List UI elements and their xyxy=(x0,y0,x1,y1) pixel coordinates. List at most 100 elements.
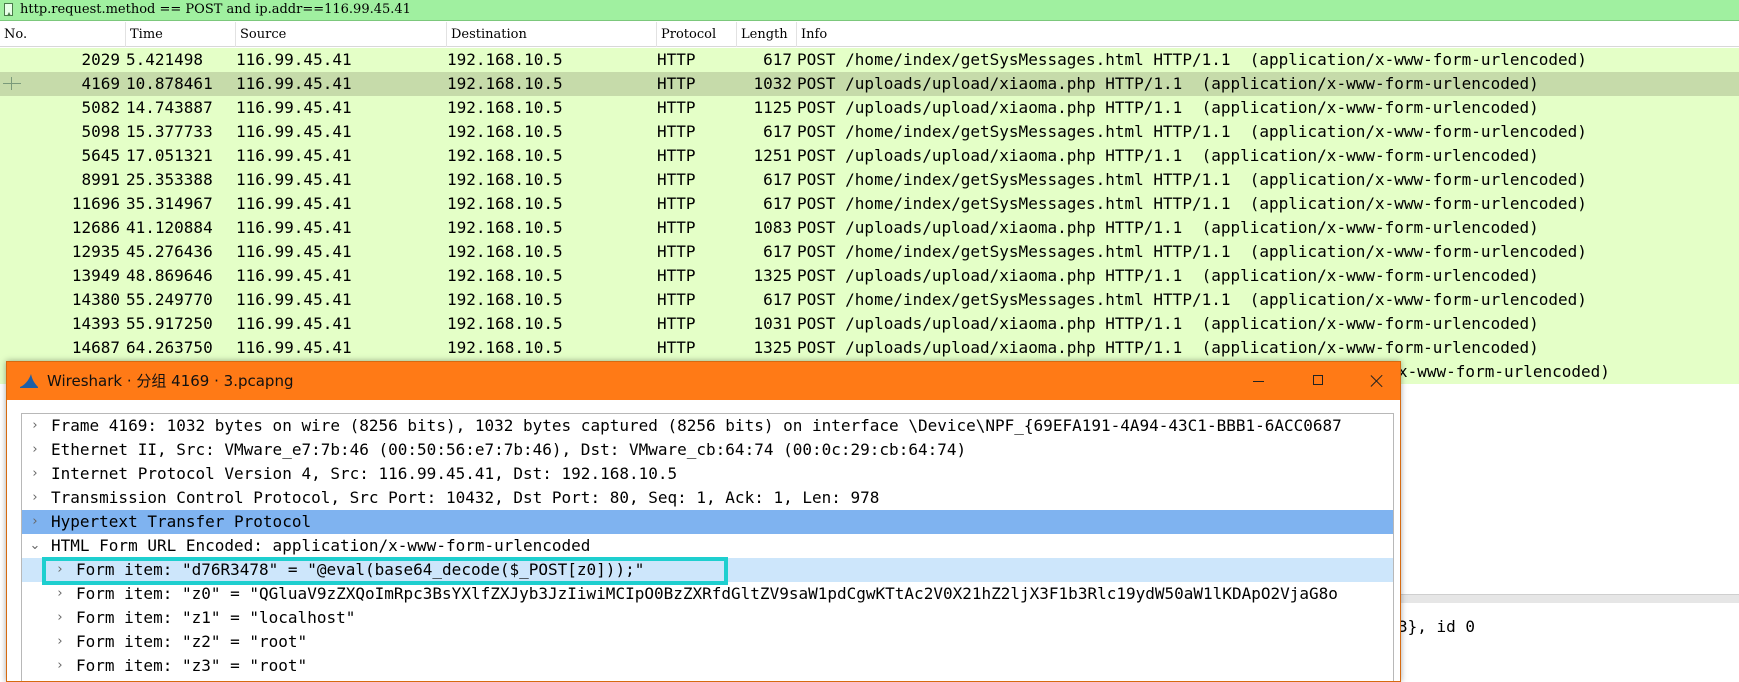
packet-protocol: HTTP xyxy=(657,122,696,141)
packet-list: 2029 5.421498 116.99.45.41 192.168.10.5 … xyxy=(0,48,1739,384)
packet-protocol: HTTP xyxy=(657,50,696,69)
packet-no: 2029 xyxy=(81,50,120,69)
close-button[interactable] xyxy=(1348,362,1400,400)
chevron-right-icon[interactable]: › xyxy=(28,510,42,534)
packet-info: POST /home/index/getSysMessages.html HTT… xyxy=(797,50,1587,69)
packet-protocol: HTTP xyxy=(657,290,696,309)
packet-no: 5082 xyxy=(81,98,120,117)
packet-info: POST /uploads/upload/xiaoma.php HTTP/1.1… xyxy=(797,98,1539,117)
packet-info: POST /home/index/getSysMessages.html HTT… xyxy=(797,122,1587,141)
packet-no: 11696 xyxy=(71,194,120,213)
packet-info: POST /uploads/upload/xiaoma.php HTTP/1.1… xyxy=(797,314,1539,333)
tree-item-form-item-z3[interactable]: › Form item: "z3" = "root" xyxy=(22,654,1393,678)
packet-source: 116.99.45.41 xyxy=(236,170,352,189)
packet-destination: 192.168.10.5 xyxy=(447,338,563,357)
packet-protocol: HTTP xyxy=(657,338,696,357)
packet-row-selected[interactable]: 4169 10.878461 116.99.45.41 192.168.10.5… xyxy=(0,72,1739,96)
column-header-destination[interactable]: Destination xyxy=(447,22,657,47)
chevron-down-icon[interactable]: ⌄ xyxy=(28,534,42,558)
chevron-right-icon[interactable]: › xyxy=(53,582,67,606)
minimize-button[interactable] xyxy=(1229,362,1287,400)
packet-time: 55.917250 xyxy=(126,314,213,333)
packet-row[interactable]: 12686 41.120884 116.99.45.41 192.168.10.… xyxy=(0,216,1739,240)
packet-row[interactable]: 5645 17.051321 116.99.45.41 192.168.10.5… xyxy=(0,144,1739,168)
packet-info: POST /home/index/getSysMessages.html HTT… xyxy=(797,194,1587,213)
maximize-button[interactable] xyxy=(1289,362,1347,400)
packet-info: POST /uploads/upload/xiaoma.php HTTP/1.1… xyxy=(797,266,1539,285)
tree-item-html-form[interactable]: ⌄ HTML Form URL Encoded: application/x-w… xyxy=(22,534,1393,558)
window-title: Wireshark · 分组 4169 · 3.pcapng xyxy=(47,372,294,390)
packet-row[interactable]: 14393 55.917250 116.99.45.41 192.168.10.… xyxy=(0,312,1739,336)
packet-no: 5645 xyxy=(81,146,120,165)
chevron-right-icon[interactable]: › xyxy=(28,438,42,462)
bookmark-icon[interactable] xyxy=(4,3,13,16)
packet-source: 116.99.45.41 xyxy=(236,74,352,93)
packet-time: 5.421498 xyxy=(126,50,204,69)
chevron-right-icon[interactable]: › xyxy=(53,558,67,582)
packet-time: 35.314967 xyxy=(126,194,213,213)
packet-destination: 192.168.10.5 xyxy=(447,122,563,141)
packet-source: 116.99.45.41 xyxy=(236,218,352,237)
display-filter-input[interactable]: http.request.method == POST and ip.addr=… xyxy=(20,2,411,18)
tree-item-label: Form item: "d76R3478" = "@eval(base64_de… xyxy=(76,560,645,579)
packet-row[interactable]: 14687 64.263750 116.99.45.41 192.168.10.… xyxy=(0,336,1739,360)
tree-item-frame[interactable]: › Frame 4169: 1032 bytes on wire (8256 b… xyxy=(22,414,1393,438)
packet-row[interactable]: 11696 35.314967 116.99.45.41 192.168.10.… xyxy=(0,192,1739,216)
window-titlebar[interactable]: Wireshark · 分组 4169 · 3.pcapng xyxy=(7,362,1400,400)
packet-source: 116.99.45.41 xyxy=(236,242,352,261)
packet-no: 13949 xyxy=(71,266,120,285)
column-header-no[interactable]: No. xyxy=(0,22,126,47)
tree-item-ethernet[interactable]: › Ethernet II, Src: VMware_e7:7b:46 (00:… xyxy=(22,438,1393,462)
packet-info: POST /home/index/getSysMessages.html HTT… xyxy=(797,242,1587,261)
packet-protocol: HTTP xyxy=(657,146,696,165)
packet-row[interactable]: 12935 45.276436 116.99.45.41 192.168.10.… xyxy=(0,240,1739,264)
packet-destination: 192.168.10.5 xyxy=(447,242,563,261)
chevron-right-icon[interactable]: › xyxy=(28,414,42,438)
display-filter-bar[interactable]: http.request.method == POST and ip.addr=… xyxy=(0,0,1739,21)
background-detail-fragment: 3}, id 0 xyxy=(1398,617,1476,636)
packet-row[interactable]: 2029 5.421498 116.99.45.41 192.168.10.5 … xyxy=(0,48,1739,72)
packet-length: 1125 xyxy=(753,98,792,117)
tree-item-form-item-z0[interactable]: › Form item: "z0" = "QGluaV9zZXQoImRpc3B… xyxy=(22,582,1393,606)
tree-item-form-item-d76r3478[interactable]: › Form item: "d76R3478" = "@eval(base64_… xyxy=(22,558,1393,582)
packet-list-header: No. Time Source Destination Protocol Len… xyxy=(0,22,1739,47)
tree-item-ipv4[interactable]: › Internet Protocol Version 4, Src: 116.… xyxy=(22,462,1393,486)
tree-item-form-item-z2[interactable]: › Form item: "z2" = "root" xyxy=(22,630,1393,654)
packet-protocol: HTTP xyxy=(657,170,696,189)
tree-item-form-item-z1[interactable]: › Form item: "z1" = "localhost" xyxy=(22,606,1393,630)
column-header-length[interactable]: Length xyxy=(737,22,797,47)
tree-item-label: Form item: "z2" = "root" xyxy=(76,632,308,651)
packet-no: 12686 xyxy=(71,218,120,237)
packet-row[interactable]: 5098 15.377733 116.99.45.41 192.168.10.5… xyxy=(0,120,1739,144)
chevron-right-icon[interactable]: › xyxy=(53,654,67,678)
chevron-right-icon[interactable]: › xyxy=(28,486,42,510)
column-header-source[interactable]: Source xyxy=(236,22,447,47)
pane-splitter[interactable] xyxy=(1395,594,1739,603)
packet-length: 1325 xyxy=(753,266,792,285)
packet-destination: 192.168.10.5 xyxy=(447,146,563,165)
tree-item-http-selected[interactable]: › Hypertext Transfer Protocol xyxy=(22,510,1393,534)
packet-row[interactable]: 14380 55.249770 116.99.45.41 192.168.10.… xyxy=(0,288,1739,312)
packet-time: 10.878461 xyxy=(126,74,213,93)
column-header-protocol[interactable]: Protocol xyxy=(657,22,737,47)
tree-item-label: Form item: "z3" = "root" xyxy=(76,656,308,675)
maximize-icon xyxy=(1313,375,1323,385)
chevron-right-icon[interactable]: › xyxy=(53,630,67,654)
packet-row[interactable]: 13949 48.869646 116.99.45.41 192.168.10.… xyxy=(0,264,1739,288)
packet-info: POST /uploads/upload/xiaoma.php HTTP/1.1… xyxy=(797,146,1539,165)
chevron-right-icon[interactable]: › xyxy=(28,462,42,486)
packet-destination: 192.168.10.5 xyxy=(447,290,563,309)
column-header-time[interactable]: Time xyxy=(126,22,236,47)
packet-row[interactable]: 5082 14.743887 116.99.45.41 192.168.10.5… xyxy=(0,96,1739,120)
tree-item-label: Internet Protocol Version 4, Src: 116.99… xyxy=(51,464,678,483)
packet-protocol: HTTP xyxy=(657,218,696,237)
packet-protocol: HTTP xyxy=(657,74,696,93)
column-header-info[interactable]: Info xyxy=(797,22,1739,47)
packet-protocol: HTTP xyxy=(657,266,696,285)
chevron-right-icon[interactable]: › xyxy=(53,606,67,630)
packet-length: 1325 xyxy=(753,338,792,357)
packet-row[interactable]: 8991 25.353388 116.99.45.41 192.168.10.5… xyxy=(0,168,1739,192)
packet-source: 116.99.45.41 xyxy=(236,50,352,69)
packet-destination: 192.168.10.5 xyxy=(447,170,563,189)
tree-item-tcp[interactable]: › Transmission Control Protocol, Src Por… xyxy=(22,486,1393,510)
